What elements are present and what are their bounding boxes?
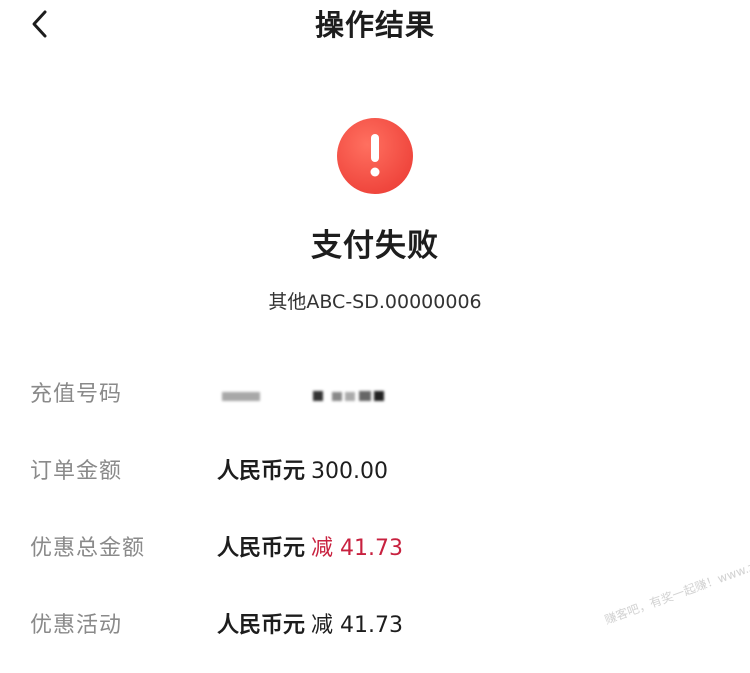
amount-value: 300.00 xyxy=(311,459,388,484)
masked-phone-number xyxy=(217,375,397,415)
detail-label: 订单金额 xyxy=(30,459,123,484)
exclamation-icon xyxy=(370,134,380,177)
discount-amount-value: 减 41.73 xyxy=(311,536,403,561)
detail-value: 人民币元 300.00 xyxy=(217,452,388,492)
detail-label: 优惠总金额 xyxy=(30,536,146,561)
detail-label: 优惠活动 xyxy=(30,613,123,638)
error-status-icon xyxy=(337,118,413,194)
detail-value: 人民币元减 41.73 xyxy=(217,529,403,569)
currency-label: 人民币元 xyxy=(217,613,306,638)
header-bar: 操作结果 xyxy=(0,0,750,48)
page-title: 操作结果 xyxy=(314,8,435,42)
currency-label: 人民币元 xyxy=(217,459,306,484)
error-code: 其他ABC-SD.00000006 xyxy=(268,291,482,313)
status-title: 支付失败 xyxy=(311,228,439,264)
detail-row-phone: 充值号码 xyxy=(0,375,750,415)
detail-label: 充值号码 xyxy=(30,382,123,407)
detail-value: 人民币元减 41.73 xyxy=(217,606,403,646)
currency-label: 人民币元 xyxy=(217,536,306,561)
detail-row-order-amount: 订单金额 人民币元 300.00 xyxy=(0,452,750,492)
detail-row-total-discount: 优惠总金额 人民币元减 41.73 xyxy=(0,529,750,569)
amount-value: 减 41.73 xyxy=(311,613,403,638)
